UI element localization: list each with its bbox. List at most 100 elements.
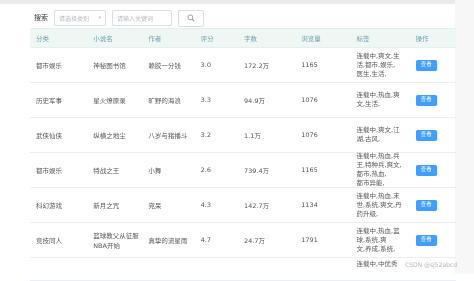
header-score: 评分 (200, 35, 214, 43)
search-bar: 搜索 请选择类别 ▾ 请输入关键词 (34, 9, 204, 27)
category-select[interactable]: 请选择类别 ▾ (54, 10, 106, 26)
row-author: 八岁与猪播斗 (148, 132, 188, 140)
row-author: 赖胶一分钱 (148, 62, 181, 70)
top-strip (0, 0, 474, 4)
tag-line: 活,都市,娱乐, (356, 60, 396, 69)
row-category: 都市娱乐 (36, 62, 62, 70)
row-title: 星火燎原录 (93, 97, 126, 105)
row-author: 旷野的海浪 (148, 97, 181, 105)
tag-line: 医生,生活, (356, 69, 387, 78)
row-score: 3.2 (200, 131, 211, 139)
header-title: 小说名 (93, 35, 113, 43)
header-category: 分类 (36, 35, 49, 43)
row-action: 查看 (415, 59, 456, 71)
row-title: 神秘图书馆 (93, 62, 126, 70)
table-body: 都市娱乐 神秘图书馆 赖胶一分钱 3.0 172.2万 1165 连载中,爽文,生 活,都市,… (30, 48, 456, 258)
row-title: 篮球教父从征服NBA开始 (93, 232, 139, 250)
row-title: 新月之咒 (93, 202, 120, 210)
table-row: 都市娱乐 特战之王 小舞 2.6 739.4万 1165 连载中,热血,兵 王,特种兵,爽文,… (30, 152, 456, 188)
table-row: 竞技同人 篮球教父从征服NBA开始 真挚的流星雨 4.7 24.7万 1791 连载中,热血… (30, 223, 456, 258)
row-action: 查看 (415, 164, 456, 176)
table-row-partial: 连载中,中优秀 (30, 258, 456, 281)
tag-line: 连载中,热血,兵 (356, 152, 400, 160)
csdn-watermark: CSDN @sj52abcd (405, 262, 458, 269)
row-score: 4.3 (200, 201, 211, 209)
view-button[interactable]: 查看 (415, 199, 437, 211)
row-words: 1.1万 (244, 132, 261, 140)
tag-line: 都市,热血, (356, 170, 387, 178)
row-author: 真挚的流星雨 (148, 237, 188, 245)
row-category: 竞技同人 (36, 237, 62, 245)
row-views: 1076 (301, 96, 318, 104)
row-score: 3.0 (200, 61, 211, 69)
table-row: 都市娱乐 神秘图书馆 赖胶一分钱 3.0 172.2万 1165 连载中,爽文,生 活,都市,… (30, 48, 456, 83)
tag-line: 都市异能, (356, 179, 385, 187)
row-tags: 连载中,热血,爽 文,生活, (356, 91, 415, 109)
tag-line: 连载中,热血,篮 (356, 226, 400, 235)
tag-line: 连载中,爽文,生 (356, 51, 400, 60)
tag-line: 连载中,爽文,江 (356, 126, 400, 134)
tag-line: 湖,古风, (356, 135, 381, 143)
row-title: 纵横之地尘 (93, 132, 126, 140)
row-score: 3.3 (200, 96, 211, 104)
tag-line: 球,系统,爽 (356, 235, 387, 244)
table-row: 武侠仙侠 纵横之地尘 八岁与猪播斗 3.2 1.1万 1076 连载中,爽文,江 湖,古风, 查… (30, 118, 456, 153)
category-select-placeholder: 请选择类别 (59, 15, 90, 23)
table-row: 历史军事 星火燎原录 旷野的海浪 3.3 94.9万 1076 连载中,热血,爽 文,生活, 查… (30, 83, 456, 118)
row-action: 查看 (415, 199, 456, 211)
row-views: 1165 (301, 61, 318, 69)
row-words: 24.7万 (244, 237, 266, 245)
row-tags: 连载中,热血,兵 王,特种兵,爽文, 都市,热血, 都市异能, (356, 152, 415, 188)
row-score: 4.7 (200, 236, 211, 244)
tag-line: 连载中,热血,末 (356, 191, 400, 200)
tag-line: 世,系统,爽文,丹 (356, 200, 402, 209)
search-label: 搜索 (34, 14, 48, 22)
tag-line: 药升级, (356, 209, 379, 218)
row-tags: 连载中,爽文,生 活,都市,娱乐, 医生,生活, (356, 52, 415, 79)
row-author: 小舞 (148, 167, 162, 175)
novel-table: 分类 小说名 作者 评分 字数 浏览量 标签 操作 都市娱乐 神秘图书馆 赖胶一分钱… (30, 28, 456, 281)
row-tags: 连载中,热血,篮 球,系统,爽 文,养成,系统, (356, 227, 415, 254)
row-author: 宛呆 (148, 202, 162, 210)
tag-line: 王,特种兵,爽文, (356, 161, 402, 169)
row-action: 查看 (415, 129, 456, 141)
row-tags: 连载中,爽文,江 湖,古风, (356, 126, 415, 144)
row-words: 739.4万 (244, 167, 270, 175)
view-button[interactable]: 查看 (415, 59, 437, 71)
search-icon (187, 14, 195, 22)
row-score: 2.6 (200, 166, 211, 174)
tag-line: 文,养成,系统, (356, 244, 396, 253)
header-views: 浏览量 (301, 35, 321, 43)
row-action: 查看 (415, 234, 456, 246)
header-author: 作者 (148, 35, 162, 43)
table-row: 科幻游戏 新月之咒 宛呆 4.3 142.7万 1134 连载中,热血,末 世,系统,爽文,丹… (30, 188, 456, 223)
view-button[interactable]: 查看 (415, 164, 437, 176)
row-views: 1076 (301, 131, 318, 139)
row-views: 1165 (301, 166, 318, 174)
row-title: 特战之王 (93, 167, 120, 175)
header-tags: 标签 (356, 35, 370, 43)
keyword-input[interactable]: 请输入关键词 (112, 10, 172, 26)
row-words: 94.9万 (244, 97, 266, 105)
view-button[interactable]: 查看 (415, 129, 437, 141)
row-tags: 连载中,热血,末 世,系统,爽文,丹 药升级, (356, 192, 415, 219)
view-button[interactable]: 查看 (415, 94, 437, 106)
right-edge-strip (455, 0, 474, 274)
header-action: 操作 (415, 35, 429, 43)
tag-line: 文,生活, (356, 100, 381, 108)
keyword-input-placeholder: 请输入关键词 (117, 15, 154, 23)
view-button[interactable]: 查看 (415, 234, 437, 246)
row-views: 1791 (301, 236, 318, 244)
row-words: 172.2万 (244, 62, 270, 70)
row-category: 武侠仙侠 (36, 132, 62, 140)
row-category: 都市娱乐 (36, 167, 62, 175)
row-action: 查看 (415, 94, 456, 106)
chevron-down-icon: ▾ (98, 15, 101, 21)
table-header: 分类 小说名 作者 评分 字数 浏览量 标签 操作 (30, 28, 456, 48)
search-button[interactable] (178, 9, 204, 27)
row-words: 142.7万 (244, 202, 270, 210)
header-words: 字数 (244, 35, 258, 43)
tag-line: 连载中,热血,爽 (356, 91, 400, 99)
row-category: 科幻游戏 (36, 202, 62, 210)
row-category: 历史军事 (36, 97, 62, 105)
